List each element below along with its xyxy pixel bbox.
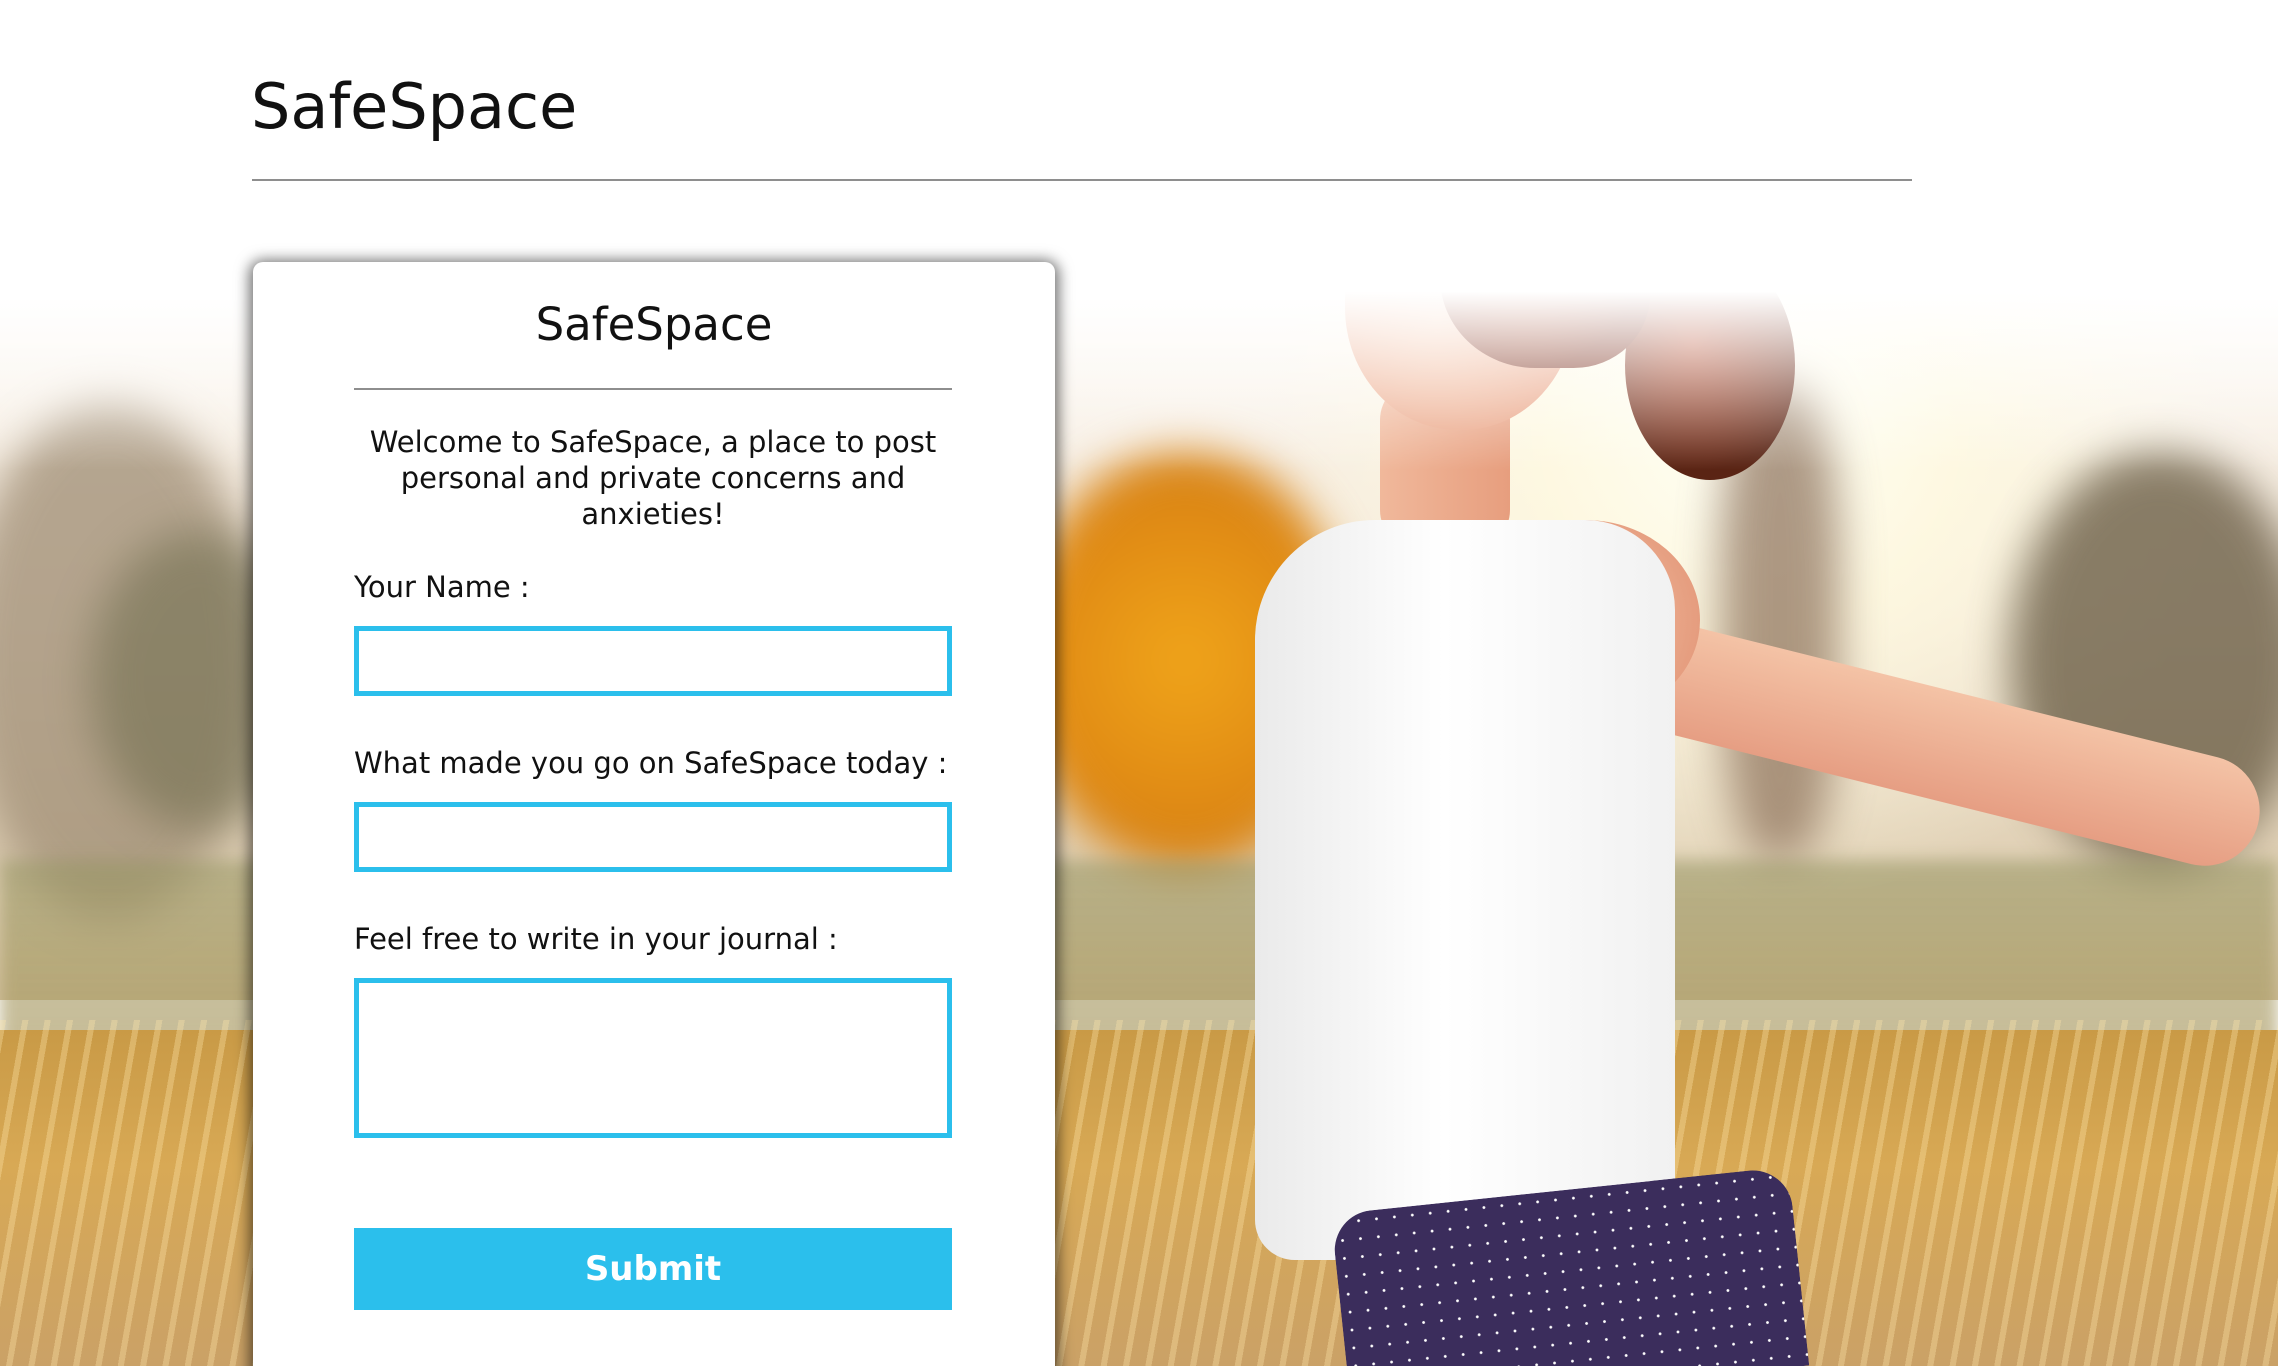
reason-input[interactable] [354,802,952,872]
name-input[interactable] [354,626,952,696]
card-title: SafeSpace [535,298,773,351]
site-title: SafeSpace [251,70,578,143]
name-label: Your Name : [354,570,530,604]
reason-label: What made you go on SafeSpace today : [354,746,948,780]
submit-button[interactable]: Submit [354,1228,952,1310]
woman-shirt [1255,520,1675,1260]
header-divider [252,179,1912,181]
journal-label: Feel free to write in your journal : [354,922,838,956]
journal-textarea[interactable] [354,978,952,1138]
page: SafeSpace SafeSpace Welcome to SafeSpace… [0,0,2278,1366]
card-divider [354,388,952,390]
welcome-message: Welcome to SafeSpace, a place to post pe… [369,425,937,531]
journal-form-card: SafeSpace Welcome to SafeSpace, a place … [253,262,1055,1366]
